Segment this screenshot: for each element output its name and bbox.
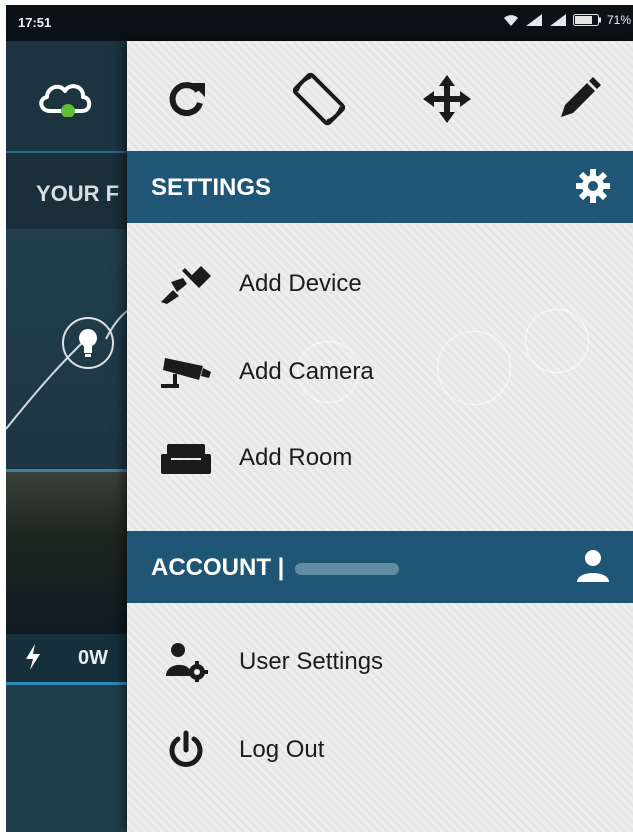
section-tab-label: YOUR F xyxy=(36,181,120,206)
wifi-icon xyxy=(503,15,518,26)
menu-item-add-room[interactable]: Add Room xyxy=(127,417,633,499)
edit-button[interactable] xyxy=(549,69,609,129)
section-tab[interactable]: YOUR F xyxy=(6,151,146,231)
rotate-screen-button[interactable] xyxy=(289,69,349,129)
power-value: 0W xyxy=(78,647,108,669)
plug-icon xyxy=(161,266,211,304)
gear-icon[interactable] xyxy=(575,168,611,204)
account-email-redacted xyxy=(295,562,400,575)
refresh-icon xyxy=(169,82,205,117)
sofa-icon xyxy=(161,444,211,474)
device-bulb[interactable] xyxy=(62,317,114,369)
menu-label: User Settings xyxy=(239,648,384,675)
menu-item-log-out[interactable]: Log Out xyxy=(127,709,633,791)
menu-item-user-settings[interactable]: User Settings xyxy=(127,621,633,703)
lightning-icon xyxy=(26,644,40,670)
settings-header[interactable]: SETTINGS xyxy=(127,151,633,223)
menu-item-add-device[interactable]: Add Device xyxy=(127,243,633,325)
navigation-drawer: SETTINGS Add Device Add Camera Add Room … xyxy=(127,41,633,832)
status-bar: 17:51 71% xyxy=(6,5,633,41)
refresh-button[interactable] xyxy=(157,69,217,129)
power-bar: 0W xyxy=(6,634,146,685)
status-time: 17:51 xyxy=(18,15,52,30)
menu-label: Add Room xyxy=(239,444,353,471)
user-settings-icon xyxy=(166,643,208,682)
edit-icon xyxy=(561,77,601,117)
rotate-screen-icon xyxy=(292,72,346,126)
menu-item-add-camera[interactable]: Add Camera xyxy=(127,331,633,413)
settings-title: SETTINGS xyxy=(151,174,272,201)
user-icon[interactable] xyxy=(575,548,611,584)
camera-icon xyxy=(161,358,211,388)
menu-label: Add Device xyxy=(239,270,362,297)
room-photo[interactable] xyxy=(6,469,146,637)
move-icon xyxy=(423,75,471,123)
account-header[interactable]: ACCOUNT | xyxy=(127,531,633,603)
move-button[interactable] xyxy=(417,69,477,129)
account-title: ACCOUNT | xyxy=(151,554,285,581)
drawer-toolbar xyxy=(127,41,633,151)
menu-label: Log Out xyxy=(239,736,325,763)
signal-icon xyxy=(525,14,542,26)
lightbulb-icon xyxy=(79,329,97,357)
menu-label: Add Camera xyxy=(239,358,374,385)
phone-screen: 17:51 71% YOUR F 0W SETTINGS Add Device … xyxy=(6,5,633,832)
cloud-status-icon[interactable] xyxy=(34,77,96,117)
power-icon xyxy=(169,730,203,767)
app-header xyxy=(6,41,146,151)
signal-icon xyxy=(549,14,566,26)
battery-percent: 71% xyxy=(606,13,631,27)
battery-icon xyxy=(572,14,601,26)
device-map xyxy=(6,229,146,469)
